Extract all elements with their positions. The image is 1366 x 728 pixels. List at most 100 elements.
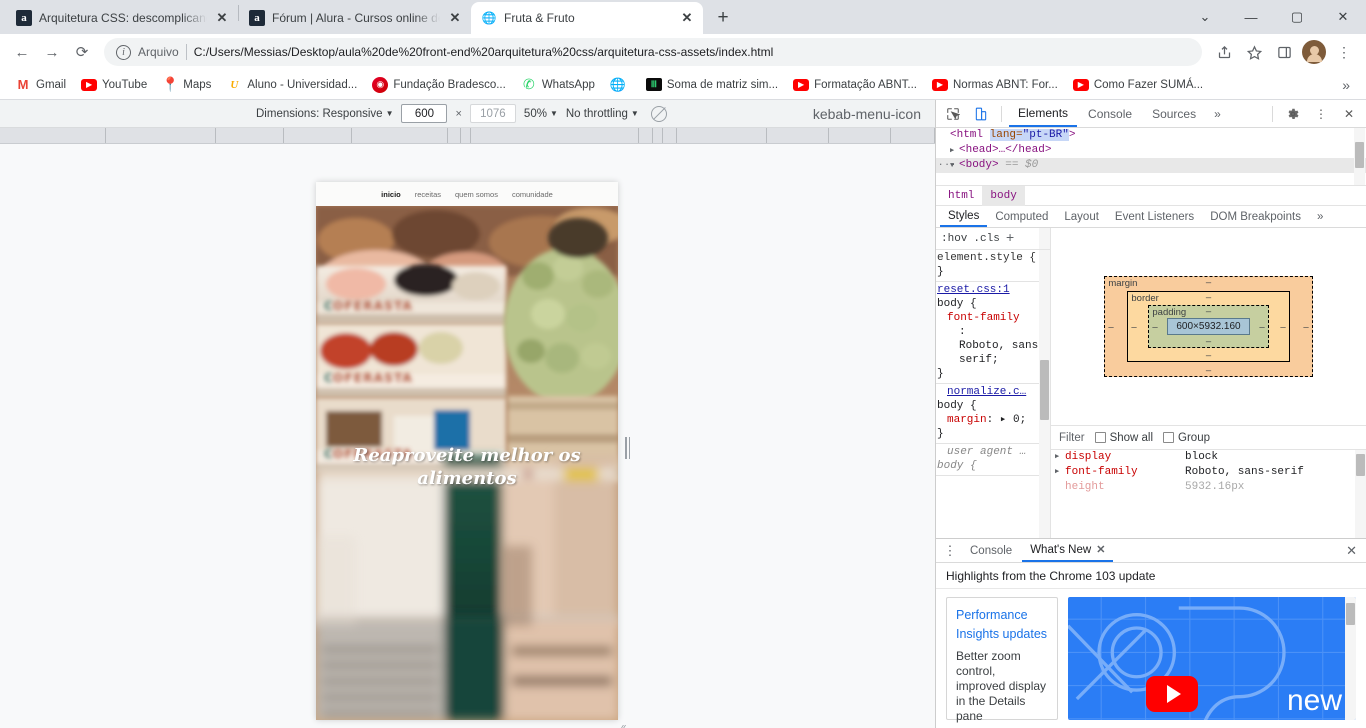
viewport-ruler[interactable] [0,128,935,144]
tab-computed[interactable]: Computed [987,206,1056,227]
bookmark-item[interactable]: ◉ Fundação Bradesco... [365,74,513,96]
side-panel-icon[interactable] [1270,38,1298,66]
inspect-element-icon[interactable] [940,102,966,126]
css-rule[interactable]: user agent … body { [936,444,1050,476]
close-icon[interactable]: ✕ [214,10,230,26]
kebab-menu-icon[interactable]: kebab-menu-icon [813,106,925,122]
border-left-value[interactable]: – [1131,321,1136,332]
box-model-border[interactable]: border – – – – padding – – – – 600×5932.… [1127,291,1290,362]
minimize-button[interactable]: — [1228,0,1274,34]
browser-tab[interactable]: a Fórum | Alura - Cursos online de ✕ [239,2,471,34]
close-icon[interactable]: ✕ [679,10,695,26]
gear-icon[interactable] [1280,102,1306,126]
tab-event-listeners[interactable]: Event Listeners [1107,206,1202,227]
tab-elements[interactable]: Elements [1009,101,1078,127]
breadcrumb-html[interactable]: html [940,186,982,206]
nav-item-quem-somos[interactable]: quem somos [455,190,498,199]
more-sidebar-tabs-button[interactable]: » [1309,206,1331,227]
kebab-menu-icon[interactable]: ⋮ [1308,102,1334,126]
more-panels-button[interactable]: » [1207,107,1228,121]
css-rule[interactable]: element.style { } [936,250,1050,282]
border-bottom-value[interactable]: – [1206,350,1211,361]
bookmark-item[interactable]: U Aluno - Universidad... [219,74,364,96]
whats-new-banner[interactable]: new [1068,597,1356,720]
viewport-resize-handle-corner[interactable]: ⁄⁄ [620,722,624,728]
styles-toolbar-scrollbar[interactable] [1039,228,1050,249]
browser-tab[interactable]: a Arquitetura CSS: descomplicando ✕ [6,2,238,34]
tab-console[interactable]: Console [1079,101,1141,127]
box-model-margin[interactable]: margin – – – – border – – – – padding – … [1104,276,1313,377]
css-property-value[interactable]: Roboto, sans-serif; [959,340,1045,366]
cls-toggle[interactable]: .cls [973,233,999,245]
css-rules-list[interactable]: element.style { } reset.css:1 body { fon… [936,250,1050,538]
css-property-value[interactable]: 0; [1013,414,1026,426]
nav-item-receitas[interactable]: receitas [415,190,441,199]
bookmark-item[interactable]: ▶ Como Fazer SUMÁ... [1066,76,1210,94]
bookmark-item[interactable]: Ⅲ Soma de matriz sim... [639,75,785,94]
padding-bottom-value[interactable]: – [1206,336,1211,347]
page-viewport[interactable]: inicio receitas quem somos comunidade C … [316,182,618,720]
bookmark-item[interactable]: 📍 Maps [155,74,218,96]
drawer-tab-whats-new[interactable]: What's New ✕ [1022,539,1114,562]
avatar[interactable] [1302,40,1326,64]
bookmark-item[interactable]: ▶ Formatação ABNT... [786,76,924,94]
filter-input[interactable]: Filter [1059,432,1085,444]
margin-right-value[interactable]: – [1303,321,1308,332]
box-model-content-size[interactable]: 600×5932.160 [1167,318,1250,335]
dom-node-html[interactable]: <html lang="pt-BR"> [936,128,1366,143]
bookmark-item[interactable]: ▶ Normas ABNT: For... [925,76,1065,94]
kebab-menu-icon[interactable]: ⋮ [940,543,960,559]
dom-overflow-dots[interactable]: ··· [938,158,957,173]
border-right-value[interactable]: – [1280,321,1285,332]
show-all-checkbox[interactable]: Show all [1094,432,1153,444]
share-icon[interactable] [1210,38,1238,66]
computed-property-row[interactable]: ▶ display block [1051,450,1366,465]
css-source-link[interactable]: reset.css:1 [937,284,1010,296]
bookmark-item[interactable]: ✆ WhatsApp [514,74,602,96]
kebab-menu-icon[interactable]: ⋮ [1330,38,1358,66]
bookmark-item[interactable]: ▶ YouTube [74,76,154,94]
youtube-play-icon[interactable] [1146,676,1198,712]
close-devtools-icon[interactable]: ✕ [1336,102,1362,126]
padding-left-value[interactable]: – [1152,321,1157,332]
margin-left-value[interactable]: – [1108,321,1113,332]
padding-right-value[interactable]: – [1259,321,1264,332]
chevron-down-icon[interactable]: ⌄ [1182,0,1228,34]
nav-item-inicio[interactable]: inicio [381,190,401,199]
back-icon[interactable]: ← [8,38,36,66]
no-connection-icon[interactable] [650,105,667,122]
dom-scrollbar[interactable] [1354,128,1365,185]
margin-top-value[interactable]: – [1206,277,1211,288]
bookmark-item[interactable]: 🌐 [603,74,638,96]
viewport-width-input[interactable] [401,104,448,123]
computed-property-row[interactable]: ▶ font-family Roboto, sans-serif [1051,465,1366,480]
tab-styles[interactable]: Styles [940,206,988,227]
new-style-rule-button[interactable]: + [1006,231,1014,247]
throttling-dropdown[interactable]: No throttling ▼ [566,108,639,120]
drawer-tab-console[interactable]: Console [962,539,1020,562]
close-drawer-icon[interactable]: ✕ [1341,543,1362,559]
star-icon[interactable] [1240,38,1268,66]
zoom-dropdown[interactable]: 50% ▼ [524,108,558,120]
css-property-name[interactable]: font-family [947,312,1020,324]
expand-icon[interactable]: ▶ [1055,450,1065,465]
group-checkbox[interactable]: Group [1163,432,1210,444]
css-source-link[interactable]: normalize.c… [947,386,1026,398]
computed-property-row[interactable]: height 5932.16px [1051,480,1366,495]
dimensions-dropdown[interactable]: Dimensions: Responsive ▼ [256,108,393,120]
maximize-button[interactable]: ▢ [1274,0,1320,34]
whats-new-scrollbar[interactable] [1345,597,1356,720]
device-toolbar-icon[interactable] [968,102,994,126]
css-rule[interactable]: normalize.c… body { margin: ▸ 0; } [936,384,1050,444]
padding-top-value[interactable]: – [1206,306,1211,317]
whats-new-card[interactable]: Performance Insights updates Better zoom… [946,597,1058,723]
box-model-padding[interactable]: padding – – – – 600×5932.160 [1148,305,1269,348]
address-bar[interactable]: i Arquivo C:/Users/Messias/Desktop/aula%… [104,38,1202,66]
bookmark-item[interactable]: M Gmail [8,74,73,96]
css-rule[interactable]: reset.css:1 body { font-family : Roboto,… [936,282,1050,384]
new-tab-button[interactable]: + [709,4,737,32]
expand-icon[interactable]: ▶ [1055,465,1065,480]
reload-icon[interactable]: ⟳ [68,38,96,66]
breadcrumb-body[interactable]: body [982,185,1025,206]
css-property-name[interactable]: margin [947,414,987,426]
